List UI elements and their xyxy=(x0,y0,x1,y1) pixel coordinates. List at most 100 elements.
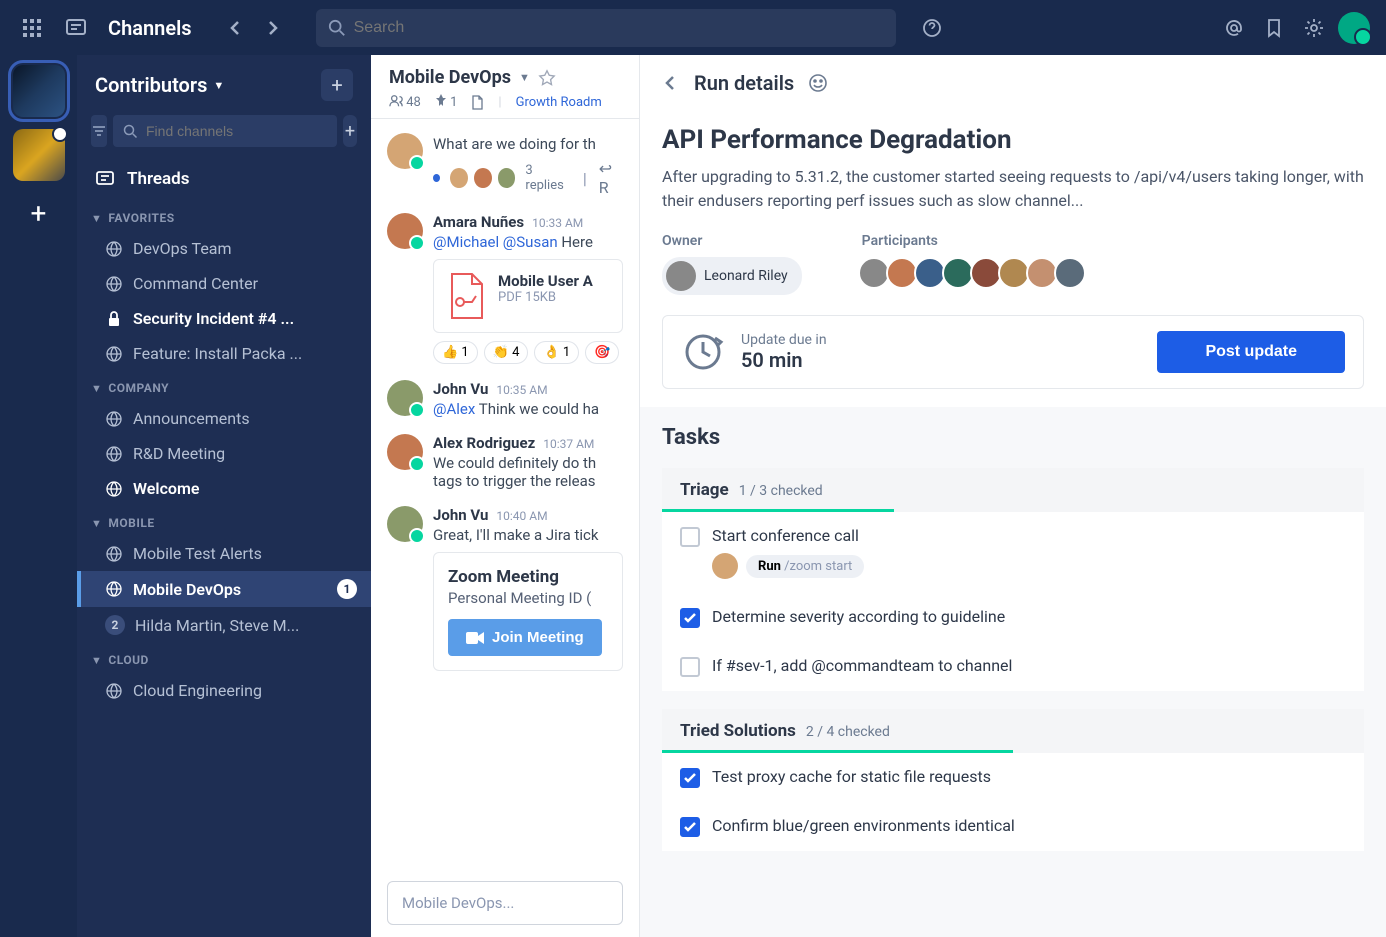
add-server-button[interactable]: + xyxy=(19,193,59,233)
channel-item[interactable]: Feature: Install Packa ... xyxy=(77,336,371,371)
task-group-header[interactable]: Tried Solutions2 / 4 checked xyxy=(662,709,1364,753)
participant-avatar[interactable] xyxy=(998,257,1030,289)
channel-item[interactable]: DevOps Team xyxy=(77,231,371,266)
forward-arrow-icon[interactable] xyxy=(256,12,288,44)
assignee-avatar[interactable] xyxy=(712,553,738,579)
checkbox[interactable] xyxy=(680,657,700,677)
reaction[interactable]: 🎯 xyxy=(585,341,619,364)
threads-icon xyxy=(95,169,115,189)
chevron-down-icon[interactable]: ▼ xyxy=(519,71,530,84)
mini-avatar xyxy=(474,168,492,188)
thread-replies[interactable]: 3 replies|↩ R xyxy=(433,159,623,197)
pdf-icon xyxy=(446,272,486,320)
add-channel-button[interactable]: + xyxy=(343,115,357,147)
mentions-icon[interactable] xyxy=(1218,12,1250,44)
message: Amara Nuñes10:33 AM@Michael @Susan HereM… xyxy=(371,203,639,370)
search-icon xyxy=(328,19,346,37)
owner-chip[interactable]: Leonard Riley xyxy=(662,257,802,295)
section-header-cloud[interactable]: ▼CLOUD xyxy=(77,643,371,673)
participant-avatar[interactable] xyxy=(970,257,1002,289)
back-arrow-icon[interactable] xyxy=(220,12,252,44)
messages-column: Mobile DevOps ▼ 48 1 | Growth Roadm What… xyxy=(371,55,639,937)
channel-header-link[interactable]: Growth Roadm xyxy=(516,95,602,110)
message: What are we doing for th3 replies|↩ R xyxy=(371,123,639,203)
channel-header: Mobile DevOps ▼ 48 1 | Growth Roadm xyxy=(371,55,639,119)
avatar[interactable] xyxy=(387,213,423,249)
channel-item[interactable]: Mobile DevOps1 xyxy=(77,571,371,607)
server-tile[interactable] xyxy=(13,65,65,117)
zoom-card: Zoom MeetingPersonal Meeting ID (Join Me… xyxy=(433,552,623,671)
filter-icon[interactable] xyxy=(91,115,107,147)
app-title: Channels xyxy=(108,16,192,40)
checkbox[interactable] xyxy=(680,527,700,547)
reaction[interactable]: 👏 4 xyxy=(484,341,529,364)
checkbox-checked[interactable] xyxy=(680,768,700,788)
join-meeting-button[interactable]: Join Meeting xyxy=(448,619,602,656)
avatar[interactable] xyxy=(387,434,423,470)
avatar[interactable] xyxy=(387,380,423,416)
mention[interactable]: @Michael @Susan xyxy=(433,233,558,251)
channel-item[interactable]: Announcements xyxy=(77,401,371,436)
avatar[interactable] xyxy=(387,506,423,542)
channel-item[interactable]: 2Hilda Martin, Steve M... xyxy=(77,607,371,643)
participant-avatar[interactable] xyxy=(914,257,946,289)
participant-avatar[interactable] xyxy=(1026,257,1058,289)
task-item: Confirm blue/green environments identica… xyxy=(662,802,1364,851)
bookmark-icon[interactable] xyxy=(1258,12,1290,44)
emoji-icon[interactable] xyxy=(808,73,828,93)
post-update-button[interactable]: Post update xyxy=(1157,331,1345,373)
task-item: Determine severity according to guidelin… xyxy=(662,593,1364,642)
channel-title: Mobile DevOps xyxy=(389,67,511,88)
search-box[interactable] xyxy=(316,9,896,47)
find-channels-input[interactable] xyxy=(146,123,327,139)
star-icon[interactable] xyxy=(538,69,556,87)
owner-label: Owner xyxy=(662,233,802,249)
search-input[interactable] xyxy=(354,19,884,37)
channel-item[interactable]: R&D Meeting xyxy=(77,436,371,471)
reaction[interactable]: 👍 1 xyxy=(433,341,478,364)
section-header-company[interactable]: ▼COMPANY xyxy=(77,371,371,401)
globe-icon xyxy=(105,445,123,463)
channels-icon[interactable] xyxy=(60,12,92,44)
add-button[interactable]: + xyxy=(321,69,353,101)
back-icon[interactable] xyxy=(662,74,680,92)
task-group-header[interactable]: Triage1 / 3 checked xyxy=(662,468,1364,512)
update-card: Update due in 50 min Post update xyxy=(662,315,1364,389)
pinned-count[interactable]: 1 xyxy=(435,94,458,110)
message: John Vu10:40 AMGreat, I'll make a Jira t… xyxy=(371,496,639,677)
threads-item[interactable]: Threads xyxy=(77,157,371,201)
help-icon[interactable] xyxy=(916,12,948,44)
user-avatar[interactable] xyxy=(1338,12,1370,44)
run-details-panel: Run details API Performance Degradation … xyxy=(639,55,1386,937)
attachment[interactable]: Mobile User APDF 15KB xyxy=(433,259,623,333)
channel-item[interactable]: Command Center xyxy=(77,266,371,301)
find-channels-box[interactable] xyxy=(113,115,337,147)
channel-item[interactable]: Welcome xyxy=(77,471,371,506)
checkbox-checked[interactable] xyxy=(680,608,700,628)
channel-item[interactable]: Mobile Test Alerts xyxy=(77,536,371,571)
mention[interactable]: @Alex xyxy=(433,400,475,418)
apps-grid-icon[interactable] xyxy=(16,12,48,44)
settings-icon[interactable] xyxy=(1298,12,1330,44)
message-compose[interactable]: Mobile DevOps... xyxy=(387,881,623,925)
avatar[interactable] xyxy=(387,133,423,169)
server-rail: + xyxy=(0,55,77,937)
member-count[interactable]: 48 xyxy=(389,94,421,110)
checkbox-checked[interactable] xyxy=(680,817,700,837)
server-tile[interactable] xyxy=(13,129,65,181)
participant-avatar[interactable] xyxy=(886,257,918,289)
reaction[interactable]: 👌 1 xyxy=(534,341,579,364)
participant-avatar[interactable] xyxy=(942,257,974,289)
channel-item[interactable]: Cloud Engineering xyxy=(77,673,371,708)
files-icon[interactable] xyxy=(471,95,484,110)
mini-avatar xyxy=(498,168,516,188)
team-switcher[interactable]: Contributors▼ xyxy=(95,73,224,97)
section-header-mobile[interactable]: ▼MOBILE xyxy=(77,506,371,536)
globe-icon xyxy=(105,275,123,293)
participant-avatar[interactable] xyxy=(858,257,890,289)
task-item: Test proxy cache for static file request… xyxy=(662,753,1364,802)
run-action-chip[interactable]: Run /zoom start xyxy=(746,555,864,578)
section-header-favorites[interactable]: ▼FAVORITES xyxy=(77,201,371,231)
participant-avatar[interactable] xyxy=(1054,257,1086,289)
channel-item[interactable]: Security Incident #4 ... xyxy=(77,301,371,336)
